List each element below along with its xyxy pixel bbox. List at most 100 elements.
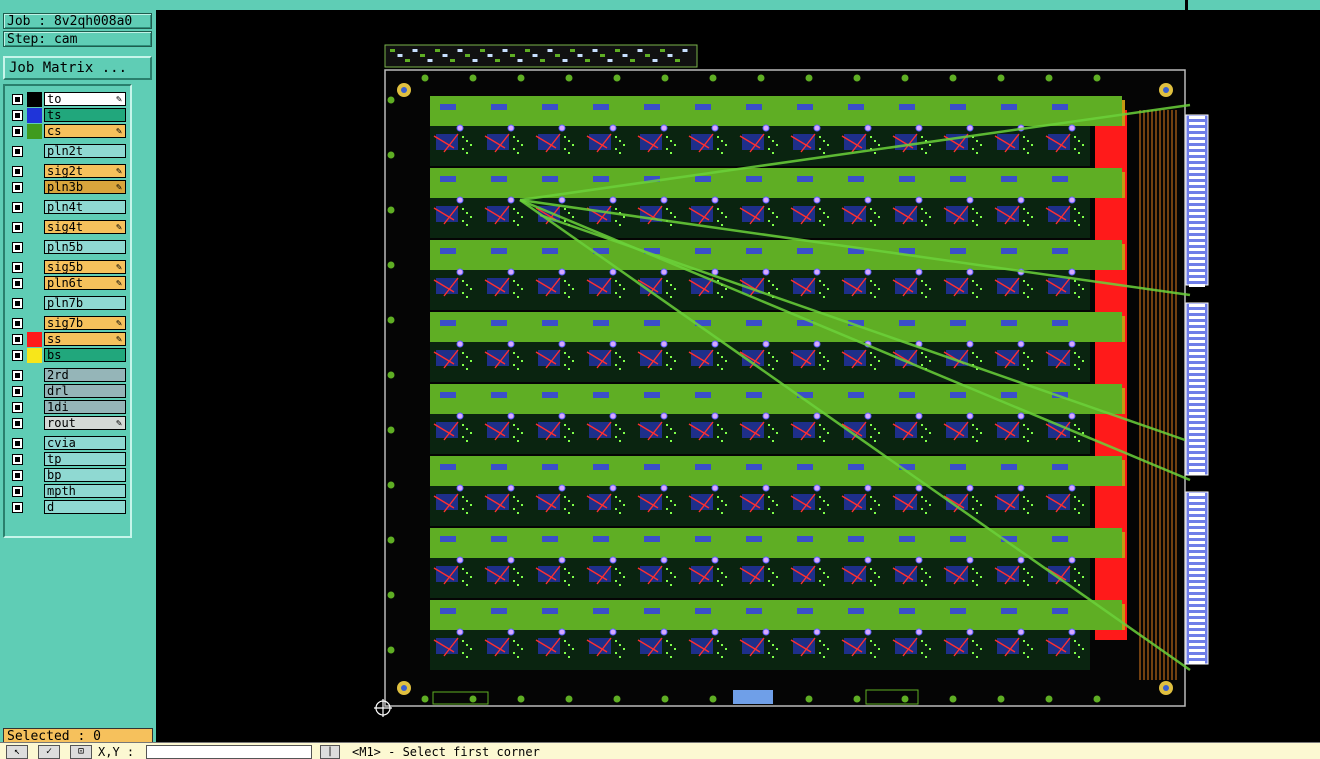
layer-row-mpth[interactable]: mpth <box>9 484 127 499</box>
layer-checkbox[interactable] <box>12 126 23 137</box>
layer-name[interactable]: bs <box>44 348 126 362</box>
layer-checkbox[interactable] <box>12 182 23 193</box>
layer-name[interactable]: d <box>44 500 126 514</box>
layer-row-bs[interactable]: bs <box>9 348 127 363</box>
small-pad <box>513 436 515 438</box>
layer-checkbox[interactable] <box>12 262 23 273</box>
layer-checkbox[interactable] <box>12 486 23 497</box>
layer-row-tp[interactable]: tp <box>9 452 127 467</box>
layer-row-rout[interactable]: rout ✎ <box>9 416 127 431</box>
layer-name[interactable]: drl <box>44 384 126 398</box>
layer-checkbox[interactable] <box>12 438 23 449</box>
layer-row-2rd[interactable]: 2rd <box>9 368 127 383</box>
layer-name[interactable]: mpth <box>44 484 126 498</box>
layer-checkbox[interactable] <box>12 278 23 289</box>
layer-row-sig5b[interactable]: sig5b ✎ <box>9 260 127 275</box>
layer-name[interactable]: bp <box>44 468 126 482</box>
layer-name[interactable]: ts <box>44 108 126 122</box>
layer-name[interactable]: cs ✎ <box>44 124 126 138</box>
layer-name[interactable]: pln2t <box>44 144 126 158</box>
xy-input[interactable] <box>146 745 312 759</box>
layer-name[interactable]: ss ✎ <box>44 332 126 346</box>
connector-pin <box>1189 625 1205 628</box>
job-matrix-button[interactable]: Job Matrix ... <box>3 56 152 80</box>
layer-row-ss[interactable]: ss ✎ <box>9 332 127 347</box>
xy-toggle-button[interactable]: | <box>320 745 340 759</box>
layer-row-pln7b[interactable]: pln7b <box>9 296 127 311</box>
layer-row-bp[interactable]: bp <box>9 468 127 483</box>
layer-name[interactable]: rout ✎ <box>44 416 126 430</box>
small-pad <box>925 284 927 286</box>
layer-row-sig4t[interactable]: sig4t ✎ <box>9 220 127 235</box>
layer-row-to[interactable]: to ✎ <box>9 92 127 107</box>
layer-row-pln6t[interactable]: pln6t ✎ <box>9 276 127 291</box>
edge-fiducial <box>805 695 813 703</box>
layer-name[interactable]: cvia <box>44 436 126 450</box>
check-icon[interactable]: ✓ <box>38 745 60 759</box>
small-pad <box>972 424 974 426</box>
small-pad <box>1023 496 1025 498</box>
layer-checkbox[interactable] <box>12 470 23 481</box>
layer-color-swatch[interactable] <box>27 108 42 123</box>
layer-name[interactable]: pln5b <box>44 240 126 254</box>
layer-name[interactable]: sig5b ✎ <box>44 260 126 274</box>
layer-checkbox[interactable] <box>12 454 23 465</box>
layer-color-swatch[interactable] <box>27 348 42 363</box>
layer-row-cs[interactable]: cs ✎ <box>9 124 127 139</box>
small-pad <box>513 424 515 426</box>
layer-row-ts[interactable]: ts <box>9 108 127 123</box>
layer-row-d[interactable]: d <box>9 500 127 515</box>
layer-name[interactable]: sig2t ✎ <box>44 164 126 178</box>
connector-pin <box>1189 466 1205 469</box>
connector-pin <box>1189 116 1205 119</box>
layer-checkbox[interactable] <box>12 350 23 361</box>
layer-row-pln2t[interactable]: pln2t <box>9 144 127 159</box>
select-arrow-icon[interactable]: ↖ <box>6 745 28 759</box>
layer-checkbox[interactable] <box>12 110 23 121</box>
layer-checkbox[interactable] <box>12 298 23 309</box>
layer-name[interactable]: pln3b ✎ <box>44 180 126 194</box>
layer-checkbox[interactable] <box>12 418 23 429</box>
layer-checkbox[interactable] <box>12 242 23 253</box>
layer-checkbox[interactable] <box>12 334 23 345</box>
layer-name[interactable]: 1di <box>44 400 126 414</box>
small-pad <box>972 280 974 282</box>
layer-checkbox[interactable] <box>12 202 23 213</box>
layer-name[interactable]: tp <box>44 452 126 466</box>
layer-color-swatch[interactable] <box>27 124 42 139</box>
layer-checkbox[interactable] <box>12 222 23 233</box>
layer-row-1di[interactable]: 1di <box>9 400 127 415</box>
layer-row-sig7b[interactable]: sig7b ✎ <box>9 316 127 331</box>
small-pad <box>666 352 668 354</box>
snap-icon[interactable]: ⊡ <box>70 745 92 759</box>
layer-row-drl[interactable]: drl <box>9 384 127 399</box>
layer-row-cvia[interactable]: cvia <box>9 436 127 451</box>
layer-row-pln5b[interactable]: pln5b <box>9 240 127 255</box>
layer-name[interactable]: pln6t ✎ <box>44 276 126 290</box>
layer-checkbox[interactable] <box>12 370 23 381</box>
layer-name[interactable]: pln7b <box>44 296 126 310</box>
layer-checkbox[interactable] <box>12 94 23 105</box>
layer-color-swatch[interactable] <box>27 92 42 107</box>
layer-checkbox[interactable] <box>12 386 23 397</box>
layer-name[interactable]: to ✎ <box>44 92 126 106</box>
layer-checkbox[interactable] <box>12 146 23 157</box>
layer-color-swatch[interactable] <box>27 332 42 347</box>
small-pad <box>980 576 982 578</box>
ic-body <box>644 104 660 110</box>
layer-name[interactable]: 2rd <box>44 368 126 382</box>
layer-row-pln4t[interactable]: pln4t <box>9 200 127 215</box>
layer-name[interactable]: sig7b ✎ <box>44 316 126 330</box>
layer-checkbox[interactable] <box>12 502 23 513</box>
edge-fiducial <box>709 74 717 82</box>
layer-checkbox[interactable] <box>12 402 23 413</box>
layer-checkbox[interactable] <box>12 166 23 177</box>
graphics-canvas[interactable] <box>156 10 1320 742</box>
small-pad <box>870 496 872 498</box>
layer-row-pln3b[interactable]: pln3b ✎ <box>9 180 127 195</box>
layer-name[interactable]: sig4t ✎ <box>44 220 126 234</box>
layer-checkbox[interactable] <box>12 318 23 329</box>
layer-row-sig2t[interactable]: sig2t ✎ <box>9 164 127 179</box>
layer-name[interactable]: pln4t <box>44 200 126 214</box>
small-pad <box>874 356 876 358</box>
